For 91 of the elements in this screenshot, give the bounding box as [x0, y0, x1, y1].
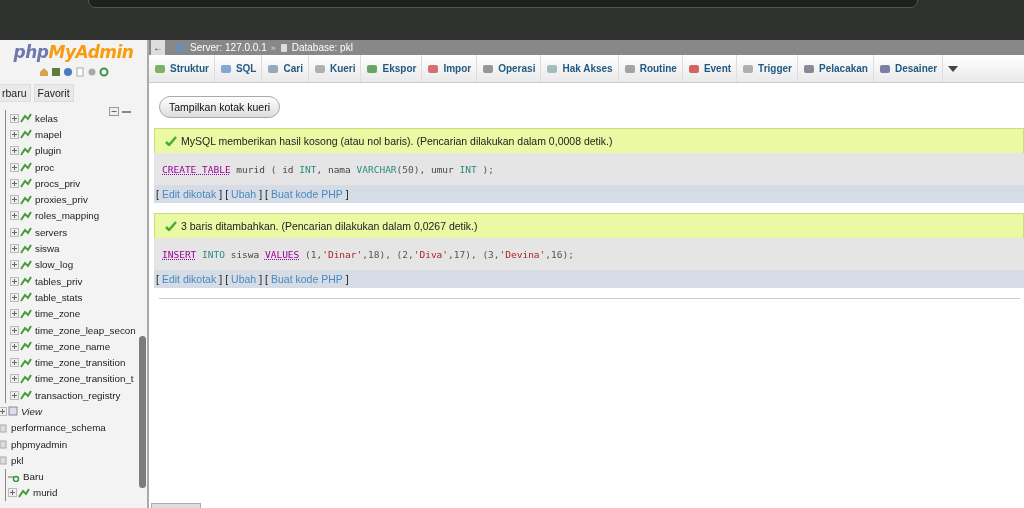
bracket-mark: ] [259, 188, 263, 200]
toolbar-tab[interactable]: Trigger [737, 55, 798, 82]
view-icon [8, 406, 18, 417]
expand-icon[interactable] [10, 325, 19, 335]
expand-icon[interactable] [10, 309, 19, 319]
toolbar-tab[interactable]: SQL [214, 55, 263, 82]
expand-icon[interactable] [10, 374, 19, 384]
expand-icon[interactable] [8, 488, 17, 498]
bracket-mark: [ [225, 188, 229, 200]
tree-item[interactable]: table_stats [35, 291, 83, 303]
bracket-mark: [ [265, 188, 268, 200]
expand-icon[interactable] [10, 276, 19, 286]
toolbar-tab[interactable]: Routine [618, 55, 683, 82]
tree-item[interactable]: kelas [35, 112, 58, 124]
tree-item[interactable]: plugin [35, 145, 62, 157]
tree-item[interactable]: slow_log [35, 259, 74, 271]
bracket-mark: [ [265, 273, 268, 285]
expand-icon[interactable] [10, 178, 19, 188]
separator: » [270, 42, 276, 53]
tree-item[interactable]: siswa [35, 243, 60, 254]
server-icon [175, 42, 186, 53]
check-icon [165, 221, 177, 231]
tree-item[interactable]: roles_mapping [35, 210, 100, 222]
show-query-button[interactable]: Tampilkan kotak kueri [159, 96, 280, 118]
expand-icon[interactable] [10, 113, 19, 123]
expand-icon[interactable] [10, 211, 19, 221]
tree-item[interactable]: time_zone_transition [35, 357, 126, 369]
database-link[interactable]: Database: pkl [291, 42, 353, 53]
expand-icon[interactable] [10, 129, 19, 139]
tree-item[interactable]: servers [35, 226, 68, 238]
tree-item[interactable]: time_zone [35, 308, 81, 320]
expand-icon[interactable] [10, 162, 19, 172]
tree-item[interactable]: time_zone_name [35, 340, 111, 352]
tree-item[interactable]: transaction_registry [35, 389, 121, 401]
bracket-mark: ] [219, 273, 223, 285]
expand-icon[interactable] [10, 260, 19, 270]
toolbar-tab[interactable]: Hak Akses [541, 55, 619, 82]
message-text: MySQL memberikan hasil kosong (atau nol baris). (Pencarian dilakukan dalam 0,0008 detik.) [181, 135, 613, 147]
tree-item[interactable]: procs_priv [35, 177, 81, 189]
logo[interactable]: phpMyAdmin [13, 42, 134, 62]
expand-icon[interactable] [0, 407, 7, 416]
toolbar-tab[interactable]: Struktur [149, 55, 215, 82]
bracket-mark: ] [259, 273, 263, 285]
collapse-icon[interactable] [109, 107, 119, 116]
toolbar-tab[interactable]: Ekspor [361, 55, 423, 82]
sidebar-tab[interactable]: Favorit [33, 84, 74, 102]
sql-query: CREATE TABLE murid ( id INT, nama VARCHAR(50), umur INT ); [162, 163, 494, 175]
help-icon[interactable] [62, 67, 73, 77]
expand-icon[interactable] [10, 292, 19, 302]
toolbar-tab[interactable]: Kueri [308, 55, 362, 82]
database-icon [279, 42, 288, 53]
tree-item[interactable]: mapel [35, 128, 62, 140]
toolbar-tab[interactable]: Pelacakan [798, 55, 874, 82]
expand-icon[interactable] [10, 244, 19, 253]
server-link[interactable]: Server: 127.0.0.1 [190, 42, 267, 53]
expand-icon[interactable] [10, 195, 19, 205]
tree-item[interactable]: proxies_priv [35, 194, 88, 206]
tree-item[interactable]: View [21, 406, 43, 417]
toolbar-tab[interactable]: Operasi [477, 55, 542, 82]
bracket-mark: [ [156, 273, 159, 285]
sidebar-tab[interactable]: rbaru [0, 84, 31, 102]
database-icon[interactable] [50, 67, 61, 77]
link-icon[interactable] [122, 108, 131, 115]
tree-item[interactable]: phpmyadmin [11, 438, 68, 450]
bracket-mark: ] [219, 188, 223, 200]
expand-icon[interactable] [10, 146, 19, 156]
tree-item[interactable]: pkl [11, 454, 24, 466]
toolbar-tab[interactable]: Cari [262, 55, 309, 82]
check-icon [165, 136, 177, 146]
expand-icon[interactable] [10, 341, 19, 351]
tree-item[interactable]: time_zone_leap_secon [35, 324, 136, 336]
toolbar-tab[interactable]: Event [682, 55, 738, 82]
refresh-icon[interactable] [98, 67, 109, 77]
bracket-mark: [ [225, 273, 229, 285]
bracket-mark: [ [156, 188, 159, 200]
tree-item[interactable]: murid [33, 487, 58, 499]
tree-item[interactable]: Baru [23, 471, 44, 483]
toolbar-tab[interactable]: Impor [422, 55, 478, 82]
tree-item[interactable]: performance_schema [11, 422, 106, 434]
expand-icon[interactable] [10, 358, 19, 368]
toolbar-tab[interactable]: Desainer [873, 55, 944, 82]
tree-item[interactable]: tables_priv [35, 275, 83, 287]
caret-icon[interactable] [948, 65, 959, 72]
tree-item[interactable]: proc [35, 161, 55, 173]
tree-item[interactable]: time_zone_transition_t [35, 373, 134, 385]
expand-icon[interactable] [10, 227, 19, 237]
sql-query: INSERT INTO siswa VALUES (1,'Dinar',18), (2,'Diva',17), (3,'Devina',16); [162, 248, 574, 260]
message-text: 3 baris ditambahkan. (Pencarian dilakukan dalam 0,0267 detik.) [181, 220, 478, 232]
bracket-mark: ] [345, 273, 349, 285]
bracket-mark: ] [345, 188, 349, 200]
expand-icon[interactable] [10, 390, 19, 400]
